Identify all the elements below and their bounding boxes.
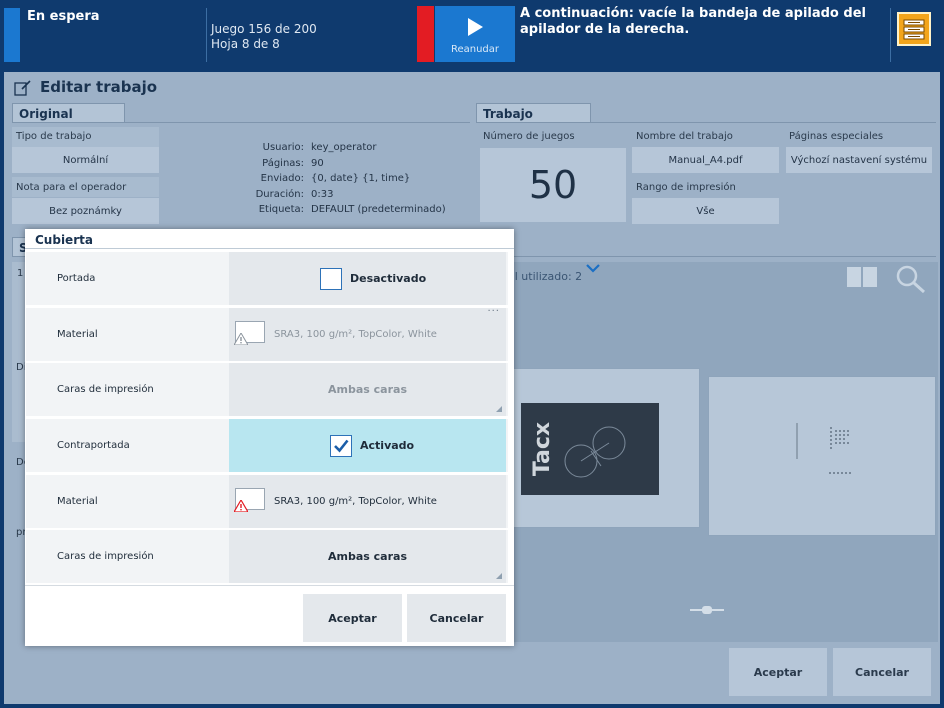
special-pages-field[interactable]: Výchozí nastavení systému (786, 147, 932, 173)
meta-value: {0, date} {1, time} (311, 173, 411, 184)
front-media-label: Material (57, 329, 98, 340)
back-media-select[interactable]: SRA3, 100 g/m², TopColor, White (229, 475, 506, 528)
page-thumbnail[interactable]: Tacx (512, 368, 700, 528)
tab-job: Trabajo (476, 103, 591, 123)
resume-button[interactable]: Reanudar (435, 6, 515, 62)
left-column (12, 262, 26, 442)
warning-icon (234, 333, 248, 345)
meta-key: Enviado: (260, 173, 304, 184)
printer-status: En espera (27, 9, 100, 24)
media-icon (234, 321, 265, 345)
cover-image: Tacx (521, 403, 659, 495)
divider (206, 8, 207, 62)
meta-value: key_operator (311, 142, 377, 153)
dropdown-corner-icon (496, 406, 502, 412)
page-thumbnail[interactable] (708, 376, 936, 536)
front-cover-state: Desactivado (350, 272, 427, 285)
dialog-footer: Aceptar Cancelar (25, 585, 514, 646)
back-cover-state: Activado (360, 439, 415, 452)
job-type-label: Tipo de trabajo (16, 131, 92, 142)
dialog-cancel-button[interactable]: Cancelar (407, 594, 506, 642)
back-media-row: Material SRA3, 100 g/m², TopColor, White (26, 475, 508, 528)
checkmark-icon (334, 439, 349, 453)
slider-handle-icon[interactable] (690, 606, 724, 614)
chevron-down-icon[interactable] (586, 264, 600, 274)
media-icon (234, 488, 265, 512)
front-sides-row: Caras de impresión Ambas caras (26, 363, 508, 416)
checkbox-checked[interactable] (330, 435, 352, 457)
bike-graphic (564, 426, 626, 478)
job-name-field[interactable]: Manual_A4.pdf (632, 147, 779, 173)
front-cover-row: Portada Desactivado (26, 252, 508, 305)
alert-indicator (417, 6, 434, 62)
print-range-label: Rango de impresión (636, 182, 736, 193)
stacker-icon (903, 19, 925, 40)
front-media-select[interactable]: SRA3, 100 g/m², TopColor, White ··· (229, 306, 506, 361)
dialog-header: Cubierta (25, 229, 514, 249)
sheet-progress: Hoja 8 de 8 (211, 37, 280, 51)
back-cover-label: Contraportada (57, 440, 130, 451)
front-cover-toggle[interactable]: Desactivado (229, 252, 506, 305)
status-bar: En espera Juego 156 de 200 Hoja 8 de 8 R… (0, 0, 944, 70)
divider (12, 122, 470, 123)
dropdown-corner-icon (496, 573, 502, 579)
divider (890, 8, 891, 62)
meta-key: Duración: (255, 188, 304, 200)
warning-icon (234, 500, 248, 512)
cancel-button[interactable]: Cancelar (833, 648, 931, 696)
front-media-value: SRA3, 100 g/m², TopColor, White (274, 329, 437, 340)
meta-value: 0:33 (311, 188, 334, 200)
front-media-row: Material SRA3, 100 g/m², TopColor, White… (26, 306, 508, 361)
document-preview: Tacx (512, 262, 938, 642)
back-sides-label: Caras de impresión (57, 551, 154, 562)
status-indicator (4, 8, 20, 62)
sets-field[interactable]: 50 (480, 148, 626, 222)
page-content-graphic (796, 423, 853, 474)
meta-key: Páginas: (262, 157, 304, 169)
job-progress: Juego 156 de 200 Hoja 8 de 8 (211, 22, 317, 52)
job-type-field[interactable]: Normální (12, 147, 159, 173)
edit-icon (14, 80, 31, 96)
divider (476, 122, 936, 123)
front-sides-select[interactable]: Ambas caras (229, 363, 506, 416)
front-sides-value: Ambas caras (328, 383, 407, 396)
next-action-message: A continuación: vacíe la bandeja de apil… (520, 6, 866, 37)
front-sides-label: Caras de impresión (57, 384, 154, 395)
meta-value: DEFAULT (predeterminado) (311, 204, 446, 215)
back-cover-row: Contraportada Activado (26, 419, 508, 472)
print-range-field[interactable]: Vše (632, 198, 779, 224)
magnifier-icon[interactable] (895, 264, 927, 294)
play-icon (468, 18, 483, 36)
resume-label: Reanudar (450, 44, 500, 55)
more-icon[interactable]: ··· (487, 306, 500, 317)
operator-note-label: Nota para el operador (16, 182, 127, 193)
meta-value: 90 (311, 157, 324, 169)
stacker-button[interactable] (897, 12, 931, 46)
book-view-icon[interactable] (846, 266, 878, 288)
tab-original: Original (12, 103, 125, 123)
back-sides-row: Caras de impresión Ambas caras (26, 530, 508, 583)
meta-key: Etiqueta: (258, 204, 304, 215)
job-name-label: Nombre del trabajo (636, 131, 733, 142)
meta-key: Usuario: (262, 142, 304, 153)
media-used-text: al utilizado: 2 (508, 270, 583, 283)
cover-dialog: Cubierta Portada Desactivado Material SR… (25, 229, 514, 646)
sets-label: Número de juegos (483, 131, 575, 142)
partial-label: 1 (17, 268, 24, 279)
dialog-accept-button[interactable]: Aceptar (303, 594, 402, 642)
front-cover-label: Portada (57, 273, 96, 284)
back-sides-value: Ambas caras (328, 550, 407, 563)
set-progress: Juego 156 de 200 (211, 22, 317, 36)
special-pages-label: Páginas especiales (789, 131, 884, 142)
page-title: Editar trabajo (40, 78, 158, 96)
checkbox-unchecked[interactable] (320, 268, 342, 290)
operator-note-field[interactable]: Bez poznámky (12, 198, 159, 224)
back-media-value: SRA3, 100 g/m², TopColor, White (274, 496, 437, 507)
accept-button[interactable]: Aceptar (729, 648, 827, 696)
back-media-label: Material (57, 496, 98, 507)
back-cover-toggle[interactable]: Activado (229, 419, 506, 472)
back-sides-select[interactable]: Ambas caras (229, 530, 506, 583)
dialog-title: Cubierta (35, 233, 93, 247)
